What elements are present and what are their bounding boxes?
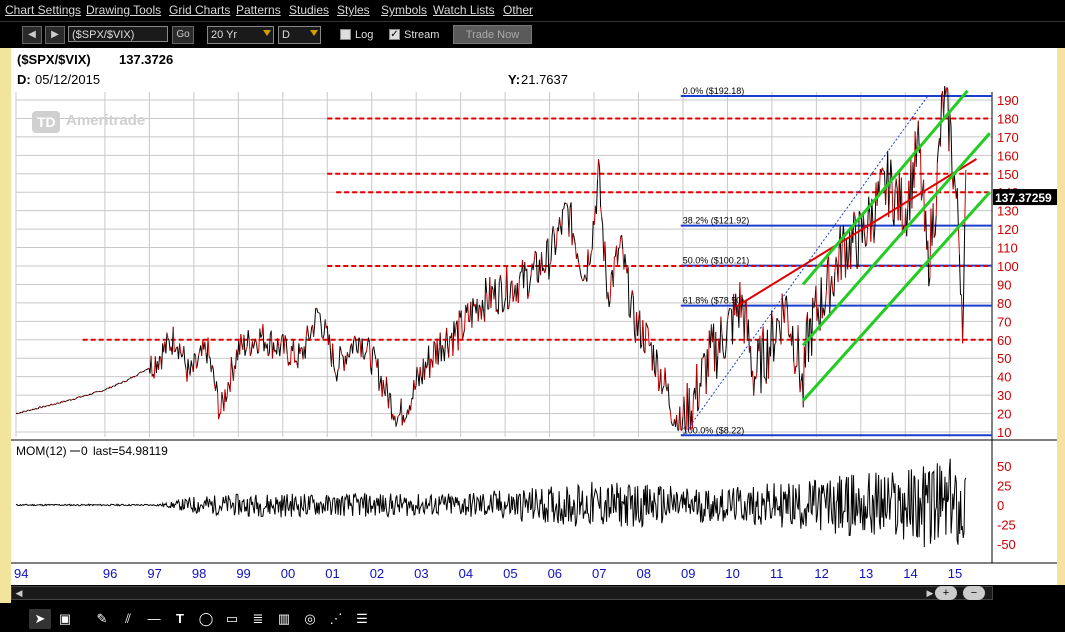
zoom-controls: + −	[935, 586, 995, 600]
horizontal-scrollbar[interactable]: ◀ ▶	[11, 586, 993, 600]
menu-watch-lists[interactable]: Watch Lists	[433, 3, 495, 17]
checkmark-icon: ✓	[390, 29, 399, 40]
gann-icon[interactable]: ▥	[273, 609, 295, 629]
y-label: Y:	[508, 72, 521, 87]
ellipse-icon[interactable]: ◯	[195, 609, 217, 629]
menu-bar: Chart Settings Drawing Tools Grid Charts…	[0, 0, 1065, 21]
horizontal-line-icon[interactable]: —	[143, 609, 165, 629]
spiral-icon[interactable]: ◎	[299, 609, 321, 629]
menu-patterns[interactable]: Patterns	[236, 3, 281, 17]
log-checkbox[interactable]	[340, 29, 351, 40]
pencil-icon[interactable]: ✎	[91, 609, 113, 629]
zoom-in-icon[interactable]: +	[935, 586, 957, 600]
left-frame	[0, 48, 11, 603]
menu-chart-settings[interactable]: Chart Settings	[5, 3, 81, 17]
triangle-right-icon: ▶	[51, 29, 59, 40]
stream-checkbox[interactable]: ✓	[389, 29, 400, 40]
period-value: 20 Yr	[211, 29, 238, 41]
rectangle-icon[interactable]: ▭	[221, 609, 243, 629]
dropdown-arrow-icon	[263, 30, 271, 36]
fan-icon[interactable]: ⋰	[325, 609, 347, 629]
chart-panel[interactable]: ($SPX/$VIX) 137.3726 D: 05/12/2015 Y: 21…	[11, 48, 1057, 585]
interval-select[interactable]: D	[278, 26, 321, 44]
symbol-input[interactable]: ($SPX/$VIX)	[68, 26, 168, 42]
toolbar: ◀ ▶ ($SPX/$VIX) Go 20 Yr D Log ✓ Stream …	[0, 21, 1065, 48]
triangle-left-icon: ◀	[28, 29, 36, 40]
date-value: 05/12/2015	[35, 72, 101, 87]
zoom-out-icon[interactable]: −	[963, 586, 985, 600]
menu-grid-charts[interactable]: Grid Charts	[169, 3, 230, 17]
menu-drawing-tools[interactable]: Drawing Tools	[86, 3, 161, 17]
parallel-lines-icon[interactable]: ⫽	[117, 609, 139, 629]
back-button[interactable]: ◀	[22, 26, 42, 44]
period-select[interactable]: 20 Yr	[207, 26, 274, 44]
right-frame	[1057, 48, 1065, 585]
fibonacci-icon[interactable]: ≣	[247, 609, 269, 629]
drawing-toolbar: ➤ ▣ ✎ ⫽ — T ◯ ▭ ≣ ▥ ◎ ⋰ ☰	[0, 603, 1065, 632]
scroll-left-icon[interactable]: ◀	[13, 588, 25, 598]
chart-last-value: 137.3726	[119, 52, 174, 67]
dropdown-arrow-icon	[310, 30, 318, 36]
pointer-icon[interactable]: ➤	[29, 609, 51, 629]
text-icon[interactable]: T	[169, 609, 191, 629]
menu-styles[interactable]: Styles	[337, 3, 370, 17]
y-value: 21.7637	[521, 72, 568, 87]
go-button[interactable]: Go	[172, 26, 194, 44]
list-icon[interactable]: ☰	[351, 609, 373, 629]
log-label: Log	[355, 29, 374, 41]
crosshair-icon[interactable]: ▣	[54, 609, 76, 629]
stream-label: Stream	[404, 29, 440, 41]
menu-studies[interactable]: Studies	[289, 3, 329, 17]
trade-now-button[interactable]: Trade Now	[453, 25, 532, 44]
forward-button[interactable]: ▶	[45, 26, 65, 44]
menu-symbols[interactable]: Symbols	[381, 3, 427, 17]
date-label: D:	[17, 72, 31, 87]
interval-value: D	[282, 29, 290, 41]
menu-other[interactable]: Other	[503, 3, 533, 17]
chart-symbol: ($SPX/$VIX)	[17, 52, 91, 67]
